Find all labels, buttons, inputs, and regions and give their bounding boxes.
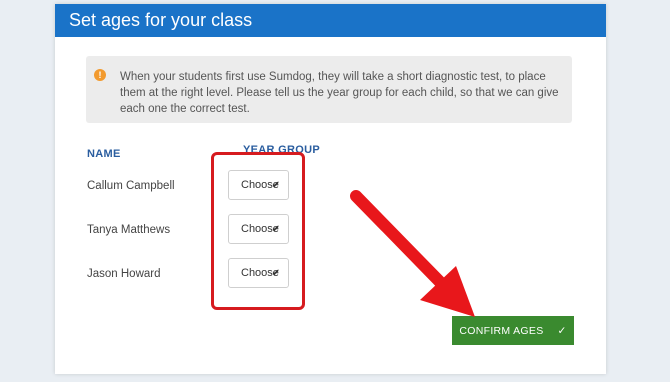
student-name: Tanya Matthews	[87, 224, 171, 236]
info-box: ! When your students first use Sumdog, t…	[86, 56, 572, 123]
check-icon: ✓	[557, 324, 567, 337]
set-ages-dialog: Set ages for your class ! When your stud…	[55, 4, 606, 374]
student-name: Jason Howard	[87, 268, 161, 280]
confirm-label: CONFIRM AGES	[459, 324, 544, 337]
name-column-header: NAME	[87, 148, 121, 160]
info-text: When your students first use Sumdog, the…	[120, 71, 559, 115]
annotation-highlight-box	[211, 152, 305, 310]
dialog-title: Set ages for your class	[55, 4, 606, 37]
student-name: Callum Campbell	[87, 180, 175, 192]
confirm-ages-button[interactable]: CONFIRM AGES ✓	[452, 316, 574, 345]
info-icon: !	[94, 69, 106, 81]
